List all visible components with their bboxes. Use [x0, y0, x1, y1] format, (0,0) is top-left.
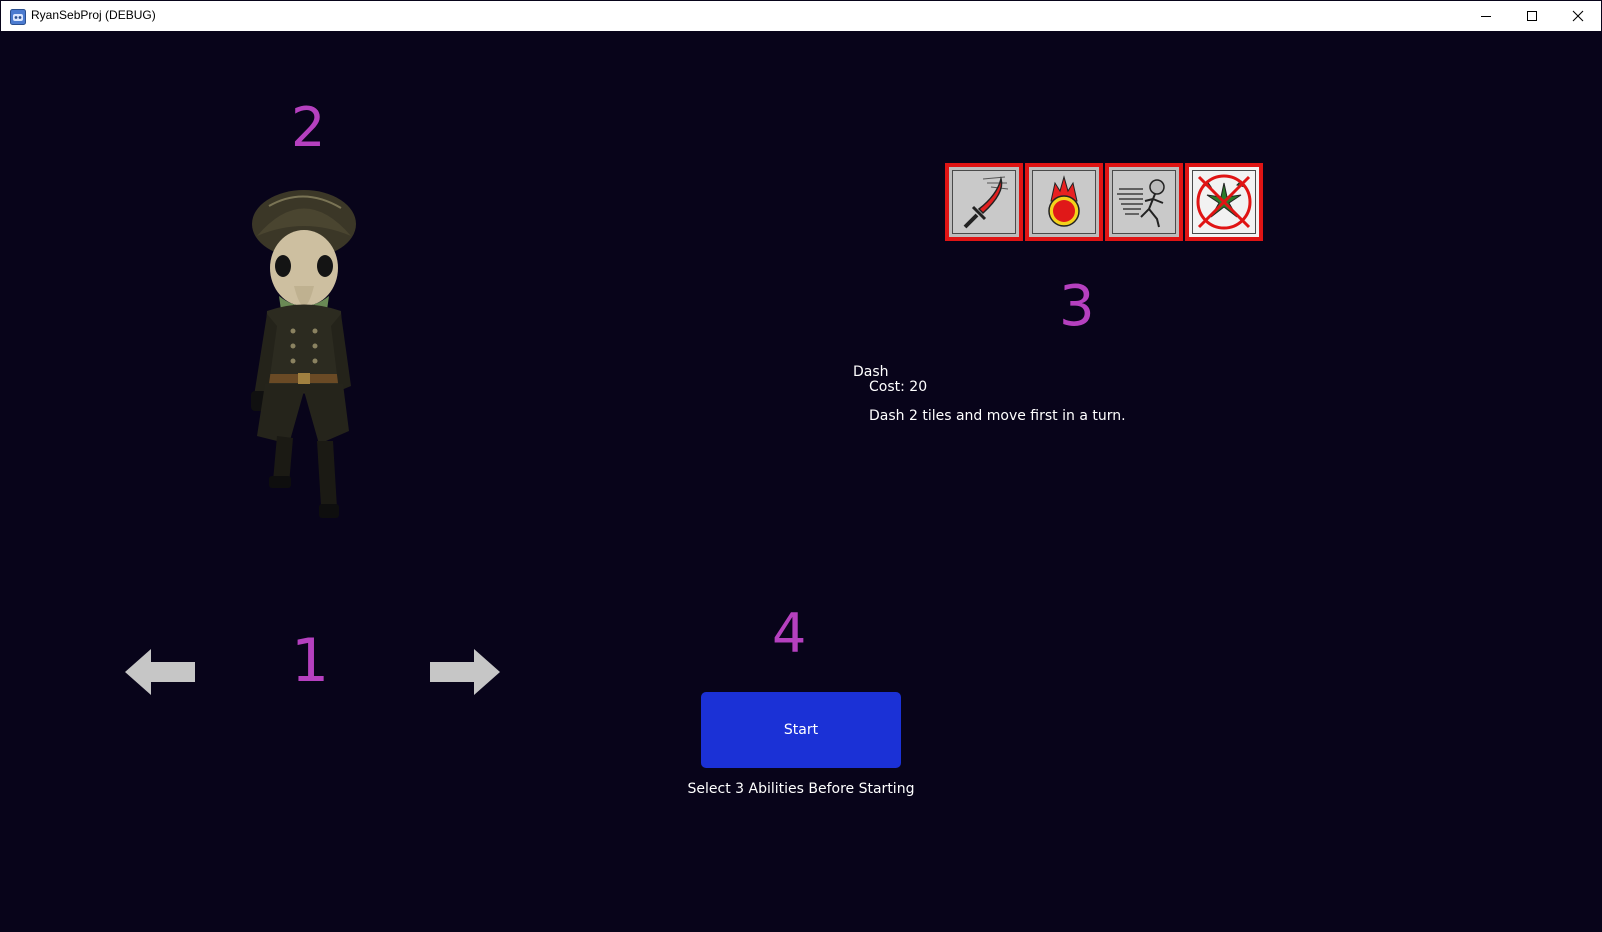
minimize-icon: [1481, 16, 1491, 17]
ability-name: Dash: [853, 364, 889, 380]
dash-runner-icon: [1117, 179, 1165, 228]
minimize-button[interactable]: [1463, 1, 1509, 31]
game-window: RyanSebProj (DEBUG) 2 3 1 4 Dash Cost: 2…: [0, 0, 1602, 932]
ability-slot-fireball[interactable]: [1025, 163, 1103, 241]
close-button[interactable]: [1555, 1, 1601, 31]
game-viewport: 2 3 1 4 Dash Cost: 20 Dash 2 tiles and m…: [1, 31, 1601, 931]
marker-4: 4: [772, 602, 807, 665]
next-character-button[interactable]: [426, 649, 500, 695]
ability-cost: Cost: 20: [869, 379, 928, 395]
maximize-button[interactable]: [1509, 1, 1555, 31]
ability-slot-poison[interactable]: [1185, 163, 1263, 241]
ability-bar: [945, 163, 1269, 241]
app-icon: [10, 9, 26, 25]
arrow-right-icon: [430, 649, 500, 695]
previous-character-button[interactable]: [125, 649, 199, 695]
start-hint: Select 3 Abilities Before Starting: [687, 781, 915, 797]
character-model: [251, 190, 356, 518]
fireball-icon: [1048, 175, 1080, 227]
ability-description: Dash 2 tiles and move first in a turn.: [869, 408, 1126, 424]
sword-icon: [963, 176, 1009, 229]
title-bar: RyanSebProj (DEBUG): [1, 1, 1601, 32]
window-title: RyanSebProj (DEBUG): [31, 8, 156, 22]
marker-2: 2: [291, 96, 326, 159]
close-icon: [1572, 10, 1584, 22]
start-button[interactable]: Start: [701, 692, 901, 768]
arrow-left-icon: [125, 649, 195, 695]
ability-slot-sword[interactable]: [945, 163, 1023, 241]
marker-3: 3: [1059, 274, 1095, 339]
maximize-icon: [1527, 11, 1537, 21]
ability-slot-dash[interactable]: [1105, 163, 1183, 241]
marker-1: 1: [291, 626, 330, 696]
poison-icon: [1196, 174, 1252, 230]
